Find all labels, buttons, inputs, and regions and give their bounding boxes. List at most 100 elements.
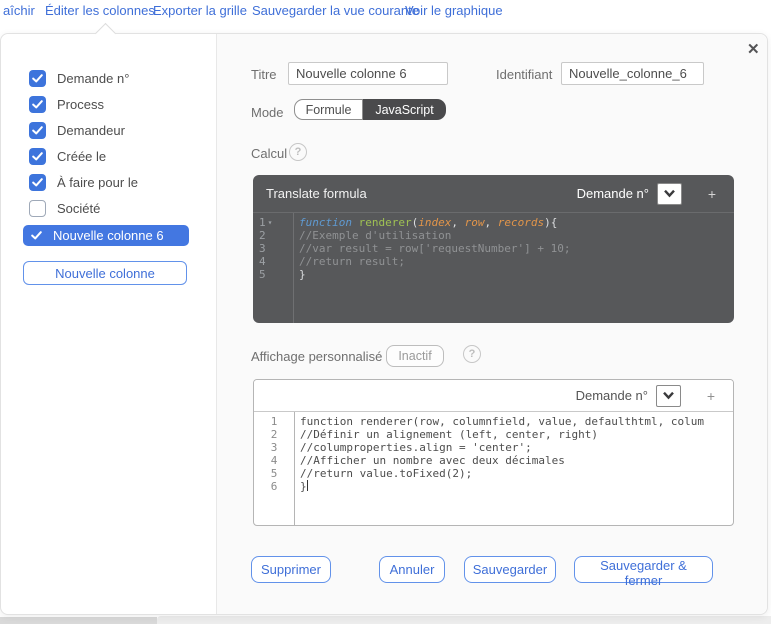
columns-sidebar: Demande n° Process Demandeur Créée le À fair… xyxy=(1,34,217,614)
check-icon xyxy=(32,100,43,109)
checkbox-icon[interactable] xyxy=(29,70,46,87)
code-line: } xyxy=(300,480,733,493)
sidebar-column-item[interactable]: Société xyxy=(29,199,216,217)
insert-column-button[interactable]: + xyxy=(704,186,720,202)
line-number: 2 xyxy=(254,428,294,441)
display-editor-header: Demande n° + xyxy=(254,380,733,412)
line-number: 3 xyxy=(253,242,293,255)
save-close-button[interactable]: Sauvegarder & fermer xyxy=(574,556,713,583)
sidebar-column-item[interactable]: Process xyxy=(29,95,216,113)
line-number: 3 xyxy=(254,441,294,454)
text-cursor xyxy=(307,480,308,491)
calc-label: Calcul xyxy=(251,146,287,161)
title-label: Titre xyxy=(251,67,277,82)
chevron-down-icon xyxy=(662,391,675,400)
insert-column-button[interactable]: + xyxy=(703,388,719,404)
menu-item-edit-columns[interactable]: Éditer les colonnes xyxy=(45,3,155,18)
checkbox-icon[interactable] xyxy=(29,148,46,165)
save-button[interactable]: Sauvegarder xyxy=(464,556,556,583)
check-icon xyxy=(32,126,43,135)
line-number: 1▾ xyxy=(253,216,293,229)
code-line: //Afficher un nombre avec deux décimales xyxy=(300,454,733,467)
column-dropdown-value: Demande n° xyxy=(576,388,648,403)
formula-editor-code[interactable]: function renderer(index, row, records){/… xyxy=(294,213,734,323)
formula-editor-gutter: 1▾2345 xyxy=(253,213,294,323)
code-line: //columproperties.align = 'center'; xyxy=(300,441,733,454)
display-editor: Demande n° + 123456 function renderer(ro… xyxy=(253,379,734,526)
formula-editor-header: Translate formula Demande n° + xyxy=(253,175,734,213)
checkbox-icon[interactable] xyxy=(29,200,46,217)
column-label: Créée le xyxy=(57,149,106,164)
sidebar-column-item[interactable]: À faire pour le xyxy=(29,173,216,191)
line-number: 4 xyxy=(253,255,293,268)
close-icon[interactable]: ✕ xyxy=(747,40,760,58)
column-dropdown[interactable] xyxy=(656,385,681,407)
line-number: 4 xyxy=(254,454,294,467)
column-label: À faire pour le xyxy=(57,175,138,190)
custom-display-label: Affichage personnalisé xyxy=(251,349,382,364)
mode-option-formule[interactable]: Formule xyxy=(294,99,363,120)
line-number: 2 xyxy=(253,229,293,242)
line-number: 6 xyxy=(254,480,294,493)
mode-label: Mode xyxy=(251,105,284,120)
menu-item-refresh[interactable]: aîchir xyxy=(3,3,35,18)
formula-editor-body[interactable]: 1▾2345 function renderer(index, row, rec… xyxy=(253,213,734,323)
column-label: Société xyxy=(57,201,100,216)
column-dropdown-value: Demande n° xyxy=(577,186,649,201)
fold-arrow-icon[interactable]: ▾ xyxy=(268,216,273,229)
help-icon[interactable]: ? xyxy=(463,345,481,363)
sidebar-column-item[interactable]: Demande n° xyxy=(29,69,216,87)
line-number: 5 xyxy=(254,467,294,480)
display-editor-body[interactable]: 123456 function renderer(row, columnfiel… xyxy=(254,412,733,525)
background-grid-strip xyxy=(0,617,157,624)
edit-columns-panel: ✕ Demande n° Process Demandeur Créée le À fa… xyxy=(0,33,768,615)
page: aîchir Éditer les colonnes Exporter la g… xyxy=(0,0,771,624)
mode-toggle: Formule JavaScript xyxy=(294,99,446,120)
code-line: //var result = row['requestNumber'] + 10… xyxy=(299,242,734,255)
column-dropdown[interactable] xyxy=(657,183,682,205)
code-line: //return result; xyxy=(299,255,734,268)
check-icon xyxy=(32,74,43,83)
column-label: Process xyxy=(57,97,104,112)
mode-option-javascript[interactable]: JavaScript xyxy=(363,99,446,120)
column-label: Demandeur xyxy=(57,123,125,138)
background-grid-strip xyxy=(157,616,771,624)
sidebar-column-item-selected[interactable]: Nouvelle colonne 6 xyxy=(23,225,189,246)
sidebar-column-item[interactable]: Créée le xyxy=(29,147,216,165)
formula-editor: Translate formula Demande n° + 1▾2345 fu… xyxy=(253,175,734,323)
check-icon xyxy=(32,152,43,161)
checkbox-icon[interactable] xyxy=(29,122,46,139)
code-line: //return value.toFixed(2); xyxy=(300,467,733,480)
check-icon xyxy=(32,178,43,187)
code-line: function renderer(index, row, records){ xyxy=(299,216,734,229)
chevron-down-icon xyxy=(663,189,676,198)
display-editor-code[interactable]: function renderer(row, columnfield, valu… xyxy=(295,412,733,525)
sidebar-column-list: Demande n° Process Demandeur Créée le À fair… xyxy=(1,69,216,285)
cancel-button[interactable]: Annuler xyxy=(379,556,445,583)
checkbox-icon[interactable] xyxy=(29,174,46,191)
help-icon[interactable]: ? xyxy=(289,143,307,161)
code-line: //Exemple d'utilisation xyxy=(299,229,734,242)
display-editor-gutter: 123456 xyxy=(254,412,295,525)
new-column-button[interactable]: Nouvelle colonne xyxy=(23,261,187,285)
panel-main-area xyxy=(216,34,767,614)
identifier-input[interactable] xyxy=(561,62,704,85)
formula-editor-title: Translate formula xyxy=(266,186,367,201)
menu-item-save-view[interactable]: Sauvegarder la vue courante xyxy=(252,3,419,18)
line-number: 1 xyxy=(254,415,294,428)
column-label: Demande n° xyxy=(57,71,129,86)
sidebar-column-item[interactable]: Demandeur xyxy=(29,121,216,139)
column-label: Nouvelle colonne 6 xyxy=(53,228,164,243)
menu-item-view-chart[interactable]: Voir le graphique xyxy=(405,3,503,18)
line-number: 5 xyxy=(253,268,293,281)
delete-button[interactable]: Supprimer xyxy=(251,556,331,583)
checkbox-icon[interactable] xyxy=(29,96,46,113)
code-line: function renderer(row, columnfield, valu… xyxy=(300,415,733,428)
code-line: //Définir un alignement (left, center, r… xyxy=(300,428,733,441)
check-icon xyxy=(31,231,42,240)
title-input[interactable] xyxy=(288,62,448,85)
identifier-label: Identifiant xyxy=(496,67,552,82)
custom-display-state-button[interactable]: Inactif xyxy=(386,345,444,367)
code-line: } xyxy=(299,268,734,281)
menu-item-export-grid[interactable]: Exporter la grille xyxy=(153,3,247,18)
